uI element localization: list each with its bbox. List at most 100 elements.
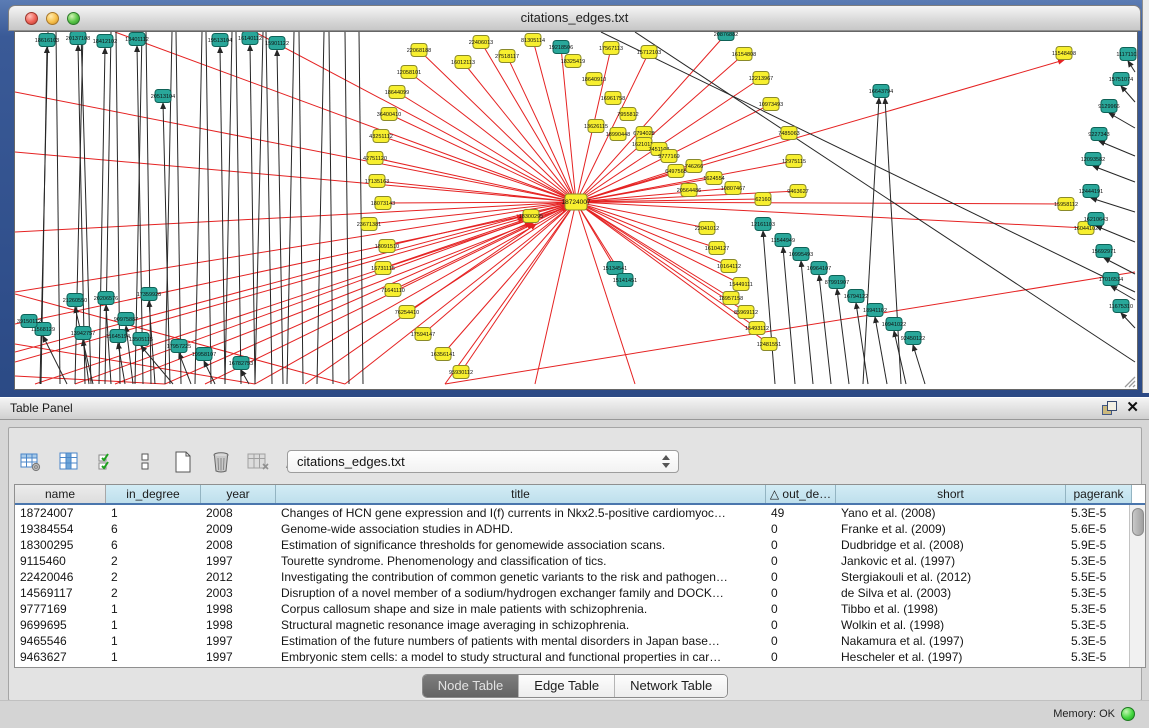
table-cell: 5.9E-5 [1066, 537, 1132, 553]
delete-icon[interactable] [209, 450, 233, 474]
zoom-window-button[interactable] [67, 12, 80, 25]
graph-node-label: 18990448 [606, 132, 630, 138]
graph-node-label: 16012113 [451, 60, 475, 66]
table-selector-value: citations_edges.txt [297, 454, 405, 469]
graph-node-label: 9227343 [1088, 132, 1109, 138]
graph-node-label: 15449111 [729, 282, 753, 288]
table-cell: 5.3E-5 [1066, 553, 1132, 569]
table-cell: Tourette syndrome. Phenomenology and cla… [276, 553, 766, 569]
graph-node-label: 20206576 [94, 296, 118, 302]
table-row[interactable]: 2242004622012Investigating the contribut… [15, 569, 1145, 585]
table-cell: Investigating the contribution of common… [276, 569, 766, 585]
graph-edge [1128, 61, 1135, 72]
graph-edge [135, 32, 142, 384]
table-body: 1872400712008Changes of HCN gene express… [15, 505, 1145, 665]
graph-node-label: 19513104 [208, 38, 232, 44]
table-cell: Disruption of a novel member of a sodium… [276, 585, 766, 601]
table-scrollbar[interactable] [1129, 505, 1145, 667]
tab-edge-table[interactable]: Edge Table [519, 675, 615, 697]
tab-node-table[interactable]: Node Table [423, 675, 520, 697]
graph-edge [299, 32, 303, 384]
column-header-0[interactable]: name [15, 485, 106, 503]
graph-node-label: 92450122 [901, 336, 925, 342]
new-file-icon[interactable] [171, 450, 195, 474]
graph-edge [15, 202, 576, 352]
graph-node-label: 16782753 [229, 361, 253, 367]
table-cell: 0 [766, 633, 836, 649]
graph-edge [1093, 166, 1135, 182]
table-cell: 5.3E-5 [1066, 617, 1132, 633]
node-table[interactable]: namein_degreeyeartitle△ out_de…shortpage… [14, 484, 1146, 668]
network-svg: 1872400718300295220681881205810118644099… [15, 32, 1137, 389]
graph-edge [576, 202, 769, 344]
float-panel-icon[interactable] [1102, 401, 1116, 415]
graph-edge [1104, 258, 1135, 274]
graph-node-label: 18073143 [371, 201, 395, 207]
graph-node-label: 11548408 [1052, 51, 1076, 57]
graph-edge [445, 202, 576, 384]
graph-edge [206, 32, 211, 384]
column-header-6[interactable]: pagerank [1066, 485, 1132, 503]
graph-edge [255, 32, 576, 202]
graph-node-label: 16210643 [1084, 217, 1108, 223]
graph-node-label: 746266 [685, 164, 703, 170]
table-row[interactable]: 1456911722003Disruption of a novel membe… [15, 585, 1145, 601]
table-cell: 5.6E-5 [1066, 521, 1132, 537]
graph-node-label: 17359928 [137, 292, 161, 298]
table-row[interactable]: 1872400712008Changes of HCN gene express… [15, 505, 1145, 521]
graph-node-label: 15134541 [603, 266, 627, 272]
graph-edge [1121, 313, 1135, 328]
graph-node-label: 13505115 [129, 337, 153, 343]
close-panel-icon[interactable]: ✕ [1126, 401, 1139, 415]
column-visibility-icon[interactable] [57, 450, 81, 474]
column-header-3[interactable]: title [276, 485, 766, 503]
table-cell: 0 [766, 585, 836, 601]
table-row[interactable]: 911546021997Tourette syndrome. Phenomeno… [15, 553, 1145, 569]
table-row[interactable]: 946554611997Estimation of the future num… [15, 633, 1145, 649]
minimize-window-button[interactable] [46, 12, 59, 25]
table-settings-icon[interactable] [19, 450, 43, 474]
row-height-icon[interactable] [133, 450, 157, 474]
graph-edge [576, 202, 635, 384]
table-cell: 6 [106, 537, 201, 553]
tab-network-table[interactable]: Network Table [615, 675, 727, 697]
graph-node-label: 18941102 [863, 308, 887, 314]
table-row[interactable]: 946362711997Embryonic stem cells: a mode… [15, 649, 1145, 665]
graph-window-titlebar[interactable]: citations_edges.txt [8, 5, 1141, 31]
scrollbar-thumb[interactable] [1132, 508, 1144, 536]
table-row[interactable]: 1830029562008Estimation of significance … [15, 537, 1145, 553]
graph-node-label: 10164112 [717, 264, 741, 270]
table-panel-header[interactable]: Table Panel ✕ [0, 397, 1149, 420]
graph-edge [345, 32, 349, 384]
node-layer: 1872400718300295220681881205810118644099… [17, 32, 1137, 379]
graph-edge [43, 336, 67, 384]
resize-grip-icon[interactable] [1122, 374, 1136, 388]
select-all-rows-icon[interactable] [95, 450, 119, 474]
graph-node-label: 10995493 [789, 252, 813, 258]
close-window-button[interactable] [25, 12, 38, 25]
column-header-4[interactable]: △ out_de… [766, 485, 836, 503]
graph-node-label: 18091510 [375, 244, 399, 250]
graph-edge [576, 202, 1066, 204]
table-cell: 9777169 [15, 601, 106, 617]
table-cell: 1997 [201, 553, 276, 569]
column-header-2[interactable]: year [201, 485, 276, 503]
graph-node-label: 42751120 [363, 156, 387, 162]
graph-edge [576, 202, 717, 248]
table-row[interactable]: 977716911998Corpus callosum shape and si… [15, 601, 1145, 617]
graph-node-label: 10964107 [807, 266, 831, 272]
table-cell: 9115460 [15, 553, 106, 569]
table-row[interactable]: 969969511998Structural magnetic resonanc… [15, 617, 1145, 633]
column-header-1[interactable]: in_degree [106, 485, 201, 503]
graph-edge [481, 42, 576, 202]
graph-edge [176, 32, 181, 384]
table-selector-dropdown[interactable]: citations_edges.txt [287, 450, 679, 473]
graph-node-label: 9129966 [1098, 104, 1119, 110]
graph-node-label: 21260550 [63, 298, 87, 304]
table-cell: Corpus callosum shape and size in male p… [276, 601, 766, 617]
network-view[interactable]: 1872400718300295220681881205810118644099… [14, 31, 1138, 390]
table-cell: 1 [106, 617, 201, 633]
graph-node-label: 12481551 [757, 342, 781, 348]
column-header-5[interactable]: short [836, 485, 1066, 503]
table-row[interactable]: 1938455462009Genome-wide association stu… [15, 521, 1145, 537]
